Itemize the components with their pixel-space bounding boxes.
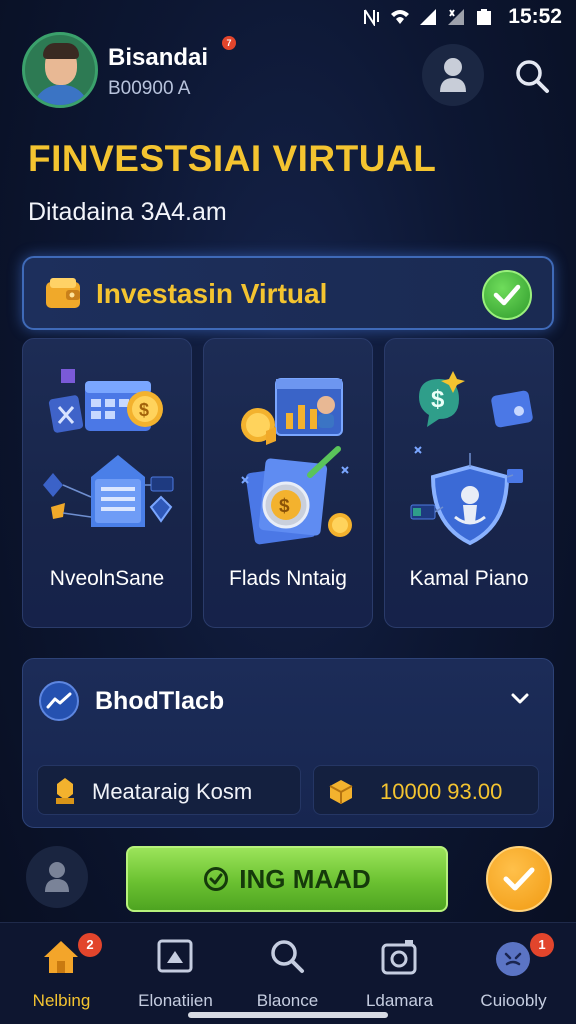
stat-box-value[interactable]: 10000 93.00	[313, 765, 539, 815]
confirm-fab-button[interactable]	[486, 846, 552, 912]
nav-item-camera[interactable]: Ldamara	[342, 933, 457, 1013]
check-icon	[493, 284, 521, 306]
banner-label: Investasin Virtual	[96, 278, 328, 309]
nav-label-search: Blaonce	[256, 991, 319, 1010]
nav-label-home: Nelbing	[32, 991, 91, 1010]
chevron-down-icon[interactable]	[509, 687, 531, 709]
primary-action-button[interactable]: ING MAAD	[126, 846, 448, 912]
search-icon	[516, 60, 549, 93]
user-action-button[interactable]	[26, 846, 88, 908]
profile-button[interactable]	[422, 44, 484, 106]
user-name: Bisandai	[108, 44, 209, 71]
notification-badge: 7	[222, 36, 236, 50]
shield-icon: $	[410, 371, 533, 546]
stat-box-label[interactable]: Meataraig Kosm	[37, 765, 301, 815]
nfc-icon	[364, 9, 380, 26]
avatar-hair	[43, 43, 79, 59]
app-screen: 15:52 Bisandai 7 B00900 A FINVESTSIAI VI…	[0, 0, 576, 1024]
data-signal-icon	[448, 9, 465, 25]
avatar-body	[33, 85, 89, 105]
profile-icon	[440, 58, 466, 92]
dashboard-title: BhodTlacb	[95, 687, 225, 715]
dashboard-panel: BhodTlacb Meataraig Kosm 10000 93.00	[22, 658, 554, 828]
nav-item-profile[interactable]: 1 Cuioobly	[456, 933, 571, 1013]
trend-icon	[39, 681, 79, 721]
coin-document-icon: $	[241, 378, 352, 545]
primary-action-label: ING MAAD	[239, 863, 371, 894]
nav-badge-home: 2	[78, 933, 102, 957]
svg-text:$: $	[431, 386, 445, 413]
page-title: FINVESTSIAI VIRTUAL	[28, 138, 437, 179]
stat-value: 10000 93.00	[380, 779, 503, 804]
nav-item-search[interactable]: Blaonce	[230, 933, 345, 1013]
signal-icon	[420, 9, 437, 25]
nav-badge-profile: 1	[530, 933, 554, 957]
page-subtitle: Ditadaina 3A4.am	[28, 198, 227, 226]
nav-label-profile: Cuioobly	[480, 991, 547, 1010]
card-label-2: Flads Nntaig	[229, 567, 347, 590]
home-indicator[interactable]	[188, 1012, 388, 1018]
avatar[interactable]	[22, 32, 98, 108]
home-icon	[44, 941, 78, 973]
search-button[interactable]	[508, 52, 556, 100]
calendar-coin-icon: $	[43, 369, 174, 527]
svg-text:$: $	[139, 400, 149, 420]
app-header: Bisandai 7 B00900 A	[22, 32, 554, 110]
svg-text:$: $	[279, 496, 290, 517]
stat-label: Meataraig Kosm	[92, 779, 253, 804]
card-label-1: NveolnSane	[49, 567, 165, 590]
bottom-nav: 2 Nelbing Elonatiien Blaonce Ldamara 1 C…	[0, 922, 576, 1024]
status-bar: 15:52	[0, 0, 576, 34]
banner-check-button[interactable]	[482, 270, 532, 320]
gold-box-icon	[329, 780, 353, 804]
user-subtitle: B00900 A	[108, 78, 191, 99]
feature-card-3[interactable]: $ Kamal Piano	[384, 338, 554, 628]
check-icon	[503, 867, 535, 891]
card-label-3: Kamal Piano	[409, 567, 529, 590]
feature-card-1[interactable]: $ NveolnSane	[22, 338, 192, 628]
nav-label-screen: Elonatiien	[138, 991, 213, 1010]
status-time: 15:52	[508, 5, 562, 28]
camera-icon	[381, 940, 417, 975]
profile-icon	[496, 942, 530, 976]
search-icon	[271, 940, 304, 973]
feature-card-2[interactable]: $ Flads Nntaig	[203, 338, 373, 628]
wallet-icon	[46, 278, 80, 308]
screen-icon	[157, 939, 193, 973]
wifi-icon	[391, 10, 410, 24]
check-circle-icon	[204, 867, 229, 891]
nav-item-screen[interactable]: Elonatiien	[118, 933, 233, 1013]
nav-item-home[interactable]: 2 Nelbing	[4, 933, 119, 1013]
virtual-investment-banner[interactable]: Investasin Virtual	[22, 256, 554, 330]
nav-label-camera: Ldamara	[365, 991, 434, 1010]
coin-stack-icon	[56, 778, 74, 804]
battery-icon	[477, 9, 492, 25]
user-icon	[45, 862, 69, 892]
